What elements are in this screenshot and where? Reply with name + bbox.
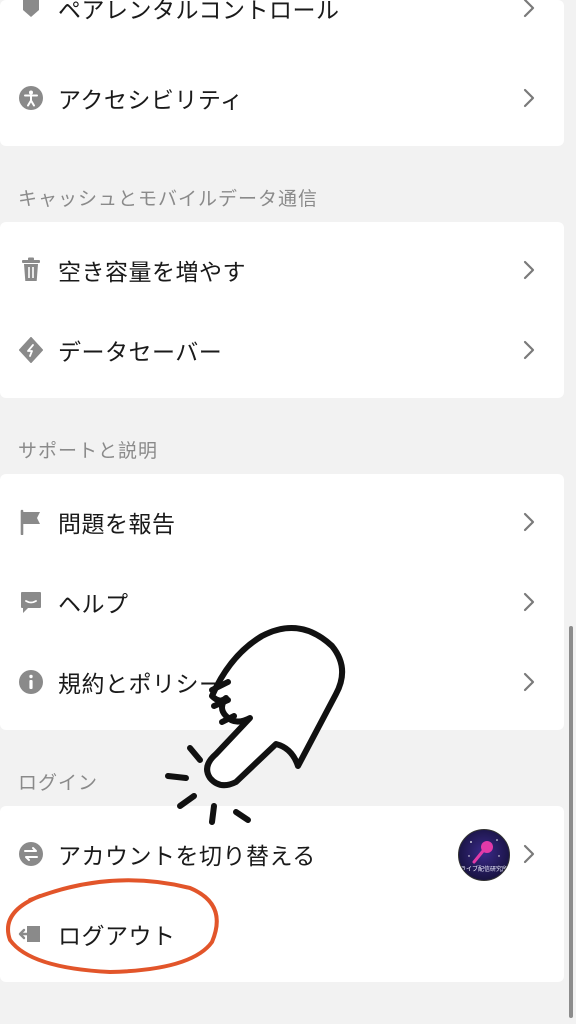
chevron-right-icon bbox=[523, 88, 535, 108]
scrollbar[interactable] bbox=[569, 626, 573, 1018]
free-up-space-item[interactable]: 空き容量を増やす bbox=[0, 230, 564, 310]
logout-icon bbox=[18, 921, 44, 947]
chevron-right-icon bbox=[523, 260, 535, 280]
shield-icon bbox=[18, 0, 44, 21]
section-title-cache: キャッシュとモバイルデータ通信 bbox=[18, 188, 319, 210]
help-label: ヘルプ bbox=[58, 592, 129, 618]
avatar-caption: ライブ配信研究所 bbox=[459, 866, 508, 873]
section-title-login: ログイン bbox=[18, 772, 99, 794]
chevron-right-icon bbox=[523, 512, 535, 532]
free-up-space-label: 空き容量を増やす bbox=[58, 260, 246, 286]
data-saver-item[interactable]: データセーバー bbox=[0, 310, 564, 390]
data-saver-icon bbox=[18, 337, 44, 363]
accessibility-item[interactable]: アクセシビリティ bbox=[0, 58, 564, 138]
settings-group-support: 問題を報告 ヘルプ 規約とポリシー bbox=[0, 474, 564, 730]
chevron-right-icon bbox=[523, 592, 535, 612]
chevron-right-icon bbox=[523, 340, 535, 360]
terms-policy-item[interactable]: 規約とポリシー bbox=[0, 642, 564, 722]
help-chat-icon bbox=[18, 589, 44, 615]
report-problem-item[interactable]: 問題を報告 bbox=[0, 482, 564, 562]
report-problem-label: 問題を報告 bbox=[58, 512, 176, 538]
trash-icon bbox=[18, 257, 44, 283]
settings-group-privacy: ペアレンタルコントロール アクセシビリティ bbox=[0, 0, 564, 146]
info-icon bbox=[18, 669, 44, 695]
help-item[interactable]: ヘルプ bbox=[0, 562, 564, 642]
switch-account-label: アカウントを切り替える bbox=[58, 844, 316, 870]
terms-policy-label: 規約とポリシー bbox=[58, 672, 223, 698]
switch-account-icon bbox=[18, 841, 44, 867]
account-avatar[interactable]: ライブ配信研究所 bbox=[458, 829, 510, 881]
parental-control-item[interactable]: ペアレンタルコントロール bbox=[0, 0, 564, 38]
chevron-right-icon bbox=[523, 844, 535, 864]
chevron-right-icon bbox=[523, 672, 535, 692]
logout-label: ログアウト bbox=[58, 924, 176, 950]
settings-group-cache: 空き容量を増やす データセーバー bbox=[0, 222, 564, 398]
parental-control-label: ペアレンタルコントロール bbox=[58, 0, 340, 24]
logout-item[interactable]: ログアウト bbox=[0, 894, 564, 974]
accessibility-label: アクセシビリティ bbox=[58, 88, 244, 114]
chevron-right-icon bbox=[523, 0, 535, 18]
data-saver-label: データセーバー bbox=[58, 340, 223, 366]
accessibility-icon bbox=[18, 85, 44, 111]
section-title-support: サポートと説明 bbox=[18, 440, 159, 462]
flag-icon bbox=[18, 509, 44, 535]
